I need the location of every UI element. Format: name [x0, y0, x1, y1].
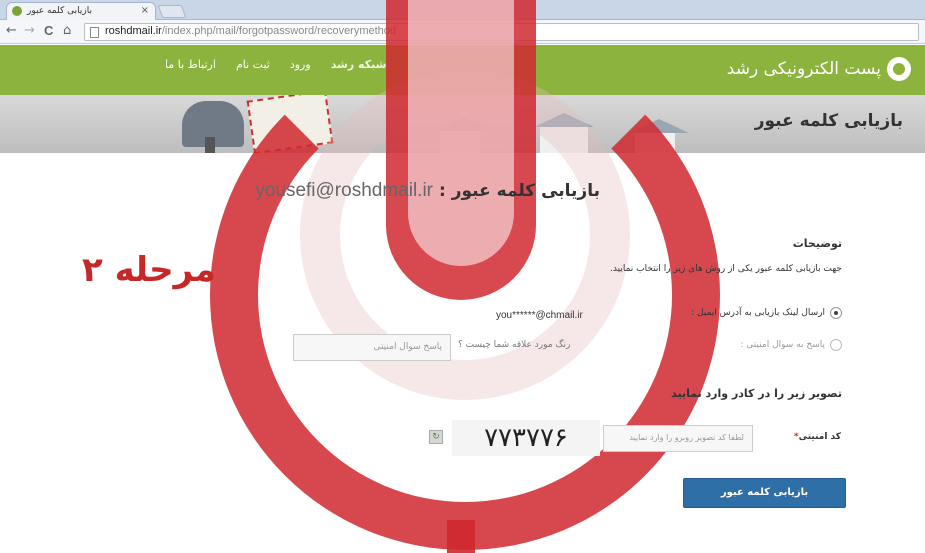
captcha-refresh-icon[interactable]: ↻ [429, 430, 443, 444]
captcha-section-title: تصویر زیر را در کادر وارد نمایید [671, 387, 842, 400]
option-email-label: ارسال لینک بازیابی به آدرس ایمیل : [691, 308, 825, 318]
captcha-label: کد امنیتی* [794, 432, 841, 442]
page-title-label: بازیابی کلمه عبور : [439, 181, 600, 201]
description-text: جهت بازیابی کلمه عبور یکی از روش های زیر… [610, 264, 842, 274]
captcha-text: ۷۷۳۷۷۶ [484, 423, 568, 453]
security-question: رنگ مورد علاقه شما چیست ؟ [458, 340, 571, 350]
page-title: بازیابی کلمه عبور : yousefi@roshdmail.ir [255, 180, 600, 202]
option-question-radio[interactable] [830, 339, 842, 351]
masked-recovery-email: you******@chmail.ir [496, 310, 583, 321]
captcha-input[interactable]: لطفا کد تصویر روبرو را وارد نمایید [603, 425, 753, 452]
step-annotation: مرحله ۲ [82, 250, 216, 290]
recover-password-button[interactable]: بازیابی کلمه عبور [683, 478, 846, 508]
page-title-email: yousefi@roshdmail.ir [255, 180, 433, 201]
option-email-row[interactable]: ارسال لینک بازیابی به آدرس ایمیل : [691, 307, 842, 319]
description-title: توضیحات [792, 237, 842, 250]
captcha-label-text: کد امنیتی [798, 432, 841, 442]
option-question-row[interactable]: پاسخ به سوال امنیتی : [740, 339, 842, 351]
captcha-image: ۷۷۳۷۷۶ [452, 420, 600, 456]
option-question-label: پاسخ به سوال امنیتی : [740, 340, 825, 350]
option-email-radio[interactable] [830, 307, 842, 319]
security-answer-input[interactable]: پاسخ سوال امنیتی [293, 334, 451, 361]
